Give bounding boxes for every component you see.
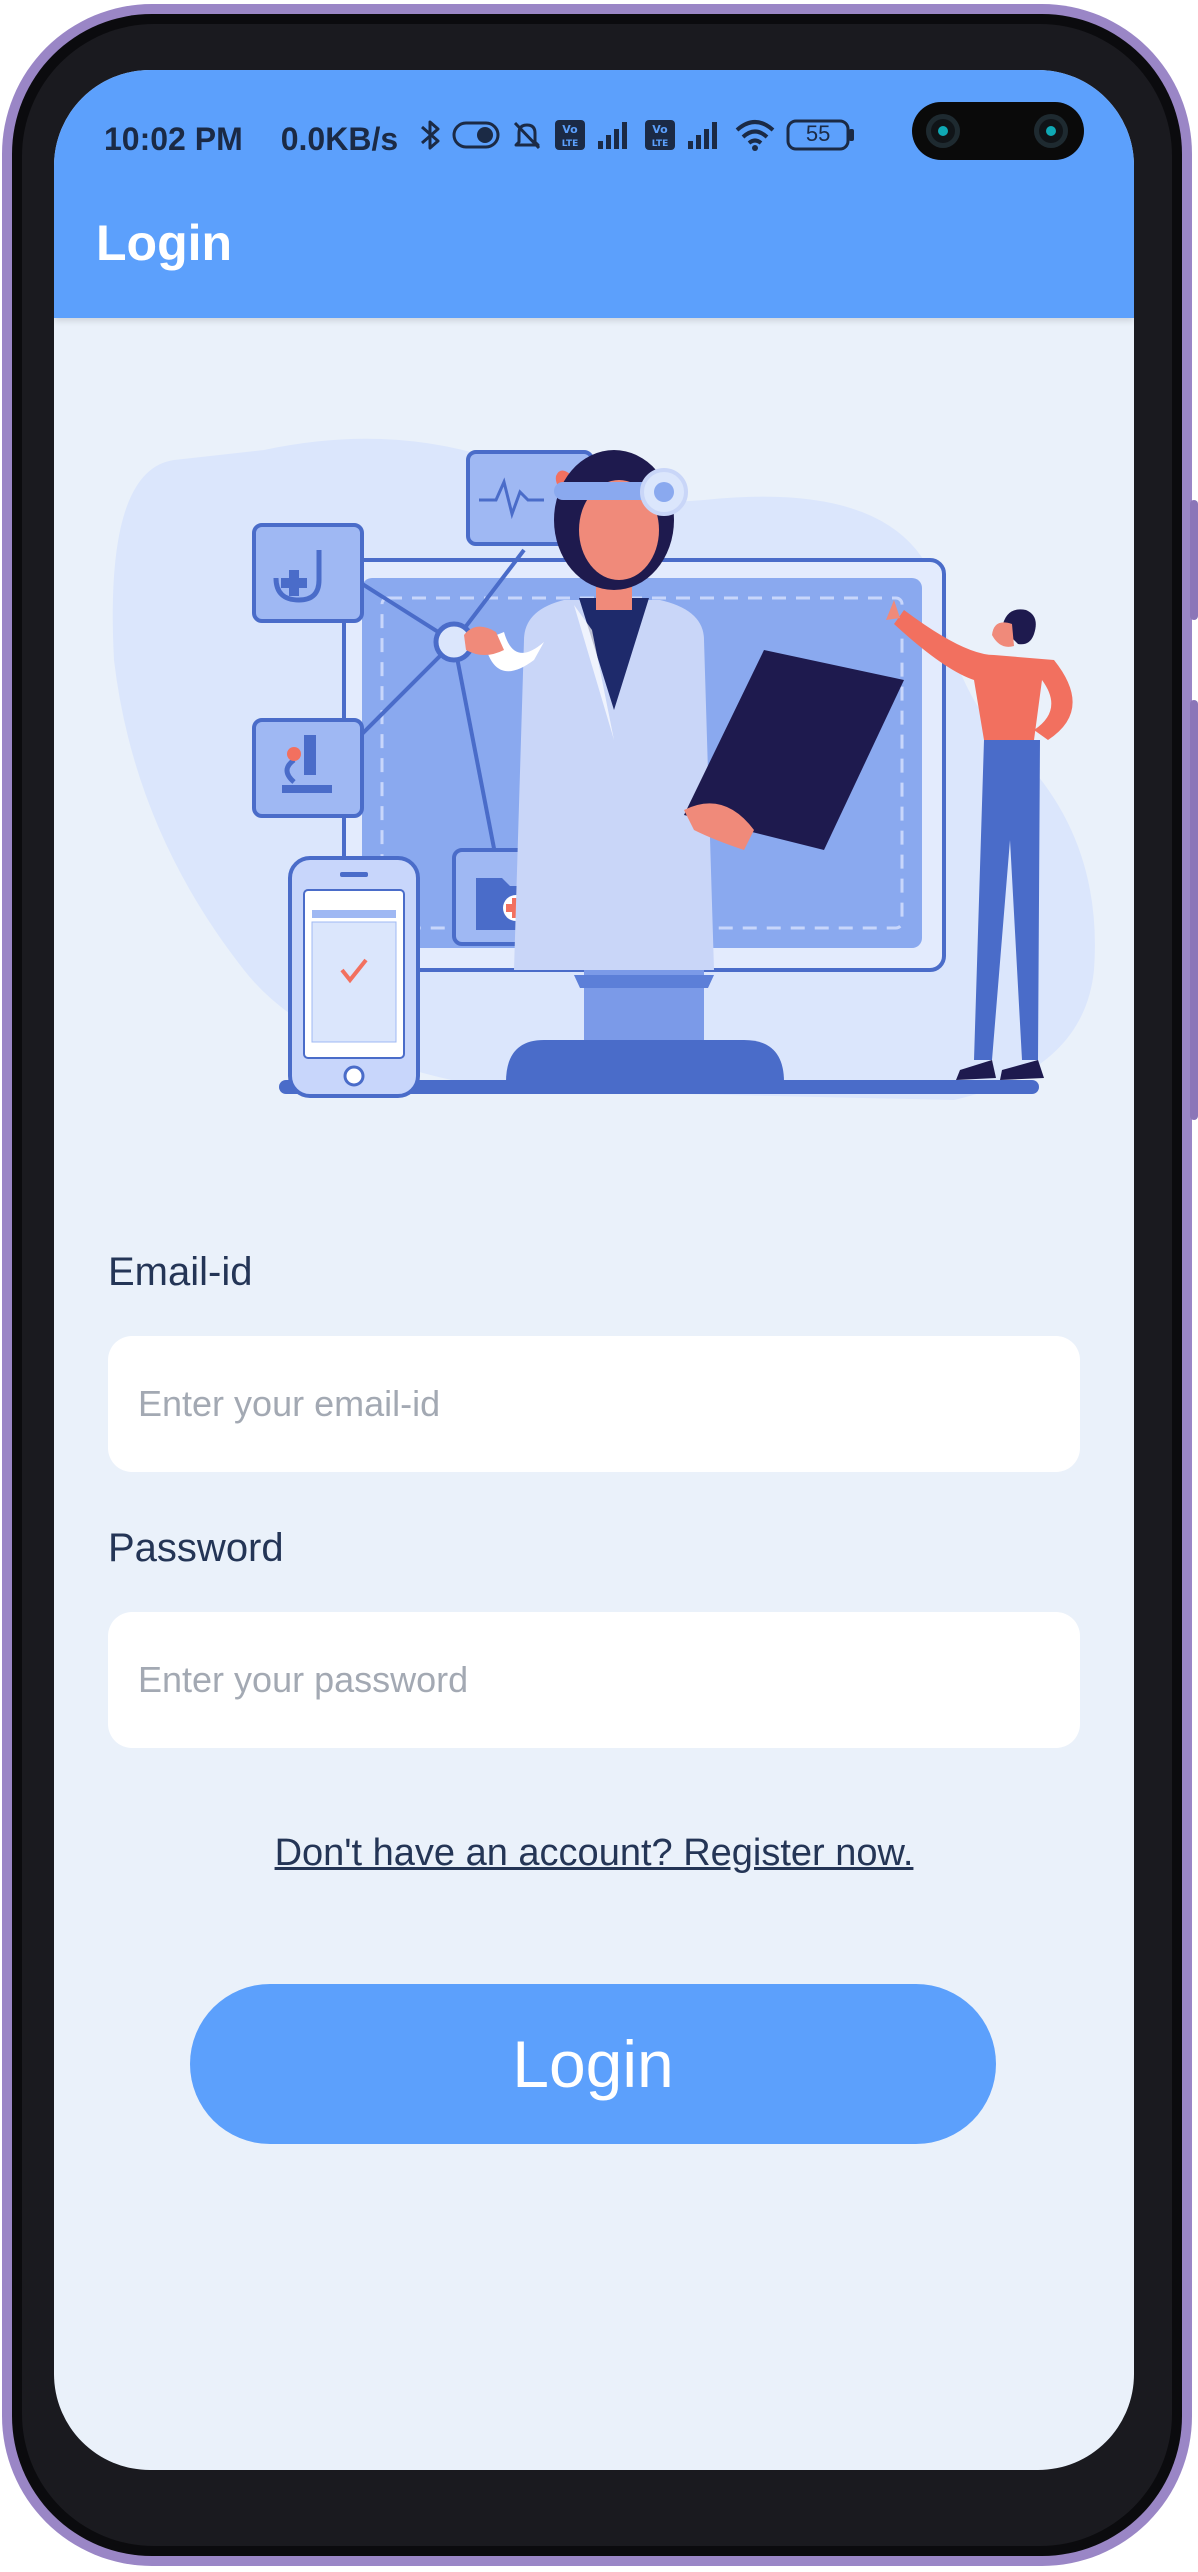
toggle-icon — [452, 120, 500, 158]
svg-text:LTE: LTE — [652, 139, 669, 149]
mute-bell-icon — [510, 118, 544, 160]
signal-icon — [596, 119, 634, 159]
volte-icon: Vo LTE — [554, 119, 586, 159]
camera-lens — [926, 114, 960, 148]
status-network-rate: 0.0KB/s — [280, 120, 399, 157]
register-link[interactable]: Don't have an account? Register now. — [54, 1832, 1134, 1875]
battery-icon: 55 — [786, 118, 856, 160]
email-input[interactable] — [108, 1336, 1080, 1472]
battery-level: 55 — [805, 121, 831, 146]
front-camera — [912, 102, 1084, 160]
svg-text:LTE: LTE — [562, 139, 579, 149]
status-bar: 10:02 PM 0.0KB/s Vo LTE Vo LTE 55 — [104, 116, 856, 162]
volte-icon: Vo LTE — [644, 119, 676, 159]
email-label: Email-id — [108, 1250, 253, 1294]
svg-text:Vo: Vo — [652, 123, 668, 136]
telemedicine-illustration — [112, 438, 1095, 1100]
page-title: Login — [96, 215, 233, 271]
login-button[interactable]: Login — [190, 1984, 996, 2144]
password-input[interactable] — [108, 1612, 1080, 1748]
wifi-icon — [734, 118, 776, 160]
signal-icon — [686, 119, 724, 159]
phone-screen: 10:02 PM 0.0KB/s Vo LTE Vo LTE 55 Login … — [54, 70, 1134, 2470]
status-time: 10:02 PM — [104, 120, 243, 157]
device-frame: 10:02 PM 0.0KB/s Vo LTE Vo LTE 55 Login … — [0, 0, 1198, 2572]
side-button — [1190, 700, 1198, 1120]
svg-text:Vo: Vo — [562, 123, 578, 136]
app-bar: 10:02 PM 0.0KB/s Vo LTE Vo LTE 55 Login — [54, 70, 1134, 318]
password-label: Password — [108, 1526, 284, 1570]
bluetooth-icon — [418, 118, 442, 160]
volume-button — [1190, 500, 1198, 620]
camera-lens — [1034, 114, 1068, 148]
